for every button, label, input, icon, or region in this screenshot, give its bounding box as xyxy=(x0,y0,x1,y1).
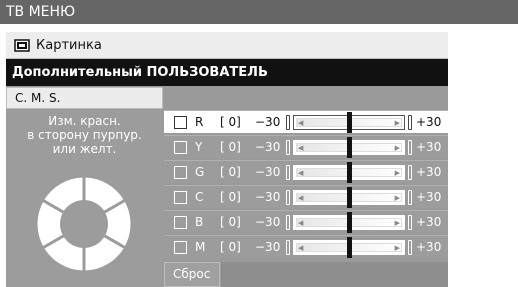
channel-value: [ 0] xyxy=(220,215,241,229)
min-label: −30 xyxy=(255,215,281,229)
adjust-row-y[interactable]: Y[ 0] −30 ◀ ▶ +30 xyxy=(164,135,448,158)
channel-slider[interactable]: ◀ ▶ xyxy=(293,162,405,183)
slider-left-cap xyxy=(286,190,290,205)
tab-cms[interactable]: C. M. S. xyxy=(6,87,163,109)
description-line-2: в сторону пурпур. xyxy=(27,128,142,142)
channel-value: [ 0] xyxy=(220,165,241,179)
menu-title-bar: ТВ МЕНЮ xyxy=(0,0,518,24)
slider-left-arrow-icon[interactable]: ◀ xyxy=(298,244,303,252)
min-label: −30 xyxy=(255,190,281,204)
slider-right-arrow-icon[interactable]: ▶ xyxy=(395,219,400,227)
slider-thumb[interactable] xyxy=(346,137,352,158)
slider-right-cap xyxy=(408,165,412,180)
slider-right-cap xyxy=(408,115,412,130)
max-label: +30 xyxy=(416,115,442,129)
slider-right-cap xyxy=(408,240,412,255)
slider-thumb[interactable] xyxy=(346,187,352,208)
min-label: −30 xyxy=(255,165,281,179)
picture-icon xyxy=(14,39,30,52)
slider-thumb[interactable] xyxy=(346,212,352,233)
slider-right-arrow-icon[interactable]: ▶ xyxy=(395,169,400,177)
max-label: +30 xyxy=(416,215,442,229)
max-label: +30 xyxy=(416,140,442,154)
row-checkbox[interactable] xyxy=(174,191,187,204)
row-checkbox[interactable] xyxy=(174,216,187,229)
channel-value: [ 0] xyxy=(220,240,241,254)
channel-label: M xyxy=(195,240,206,254)
section-title: Дополнительный ПОЛЬЗОВАТЕЛЬ xyxy=(6,59,448,86)
slider-right-arrow-icon[interactable]: ▶ xyxy=(395,144,400,152)
reset-bar-filler xyxy=(221,262,448,287)
slider-left-cap xyxy=(286,165,290,180)
picture-header: Картинка xyxy=(6,32,448,59)
slider-thumb[interactable] xyxy=(346,162,352,183)
channel-slider[interactable]: ◀ ▶ xyxy=(293,187,405,208)
description-pane: Изм. красн. в сторону пурпур. или желт. xyxy=(6,110,163,287)
adjust-row-r[interactable]: R[ 0] −30 ◀ ▶ +30 xyxy=(164,110,448,133)
row-checkbox[interactable] xyxy=(174,166,187,179)
row-checkbox[interactable] xyxy=(174,241,187,254)
slider-thumb[interactable] xyxy=(346,237,352,258)
row-checkbox[interactable] xyxy=(174,116,187,129)
description-line-3: или желт. xyxy=(52,142,117,156)
channel-slider[interactable]: ◀ ▶ xyxy=(293,237,405,258)
row-checkbox[interactable] xyxy=(174,141,187,154)
adjust-row-m[interactable]: M[ 0] −30 ◀ ▶ +30 xyxy=(164,235,448,258)
min-label: −30 xyxy=(255,115,281,129)
max-label: +30 xyxy=(416,190,442,204)
slider-left-arrow-icon[interactable]: ◀ xyxy=(298,169,303,177)
reset-button[interactable]: Сброс xyxy=(164,262,220,287)
channel-slider[interactable]: ◀ ▶ xyxy=(293,137,405,158)
channel-label: Y xyxy=(195,140,203,154)
channel-value: [ 0] xyxy=(220,115,241,129)
slider-left-cap xyxy=(286,140,290,155)
channel-label: B xyxy=(195,215,204,229)
min-label: −30 xyxy=(255,140,281,154)
slider-thumb[interactable] xyxy=(346,112,352,133)
slider-left-arrow-icon[interactable]: ◀ xyxy=(298,144,303,152)
description-text: Изм. красн. в сторону пурпур. или желт. xyxy=(6,114,163,156)
slider-left-cap xyxy=(286,115,290,130)
channel-value: [ 0] xyxy=(220,140,241,154)
description-line-1: Изм. красн. xyxy=(48,114,121,128)
slider-left-arrow-icon[interactable]: ◀ xyxy=(298,219,303,227)
max-label: +30 xyxy=(416,240,442,254)
slider-left-arrow-icon[interactable]: ◀ xyxy=(298,194,303,202)
slider-left-cap xyxy=(286,240,290,255)
channel-label: R xyxy=(195,115,204,129)
channel-slider[interactable]: ◀ ▶ xyxy=(293,212,405,233)
channel-slider[interactable]: ◀ ▶ xyxy=(293,112,405,133)
adjust-row-c[interactable]: C[ 0] −30 ◀ ▶ +30 xyxy=(164,185,448,208)
slider-left-cap xyxy=(286,215,290,230)
picture-panel: Картинка Дополнительный ПОЛЬЗОВАТЕЛЬ C. … xyxy=(6,32,448,287)
channel-label: C xyxy=(195,190,204,204)
channel-value: [ 0] xyxy=(220,190,241,204)
slider-right-arrow-icon[interactable]: ▶ xyxy=(395,244,400,252)
slider-right-arrow-icon[interactable]: ▶ xyxy=(395,194,400,202)
adjust-row-g[interactable]: G[ 0] −30 ◀ ▶ +30 xyxy=(164,160,448,183)
slider-right-cap xyxy=(408,190,412,205)
slider-left-arrow-icon[interactable]: ◀ xyxy=(298,119,303,127)
slider-right-cap xyxy=(408,140,412,155)
picture-label: Картинка xyxy=(36,38,102,53)
min-label: −30 xyxy=(255,240,281,254)
channel-label: G xyxy=(195,165,205,179)
color-wheel-icon xyxy=(34,174,134,274)
slider-right-cap xyxy=(408,215,412,230)
max-label: +30 xyxy=(416,165,442,179)
slider-right-arrow-icon[interactable]: ▶ xyxy=(395,119,400,127)
adjust-row-b[interactable]: B[ 0] −30 ◀ ▶ +30 xyxy=(164,210,448,233)
